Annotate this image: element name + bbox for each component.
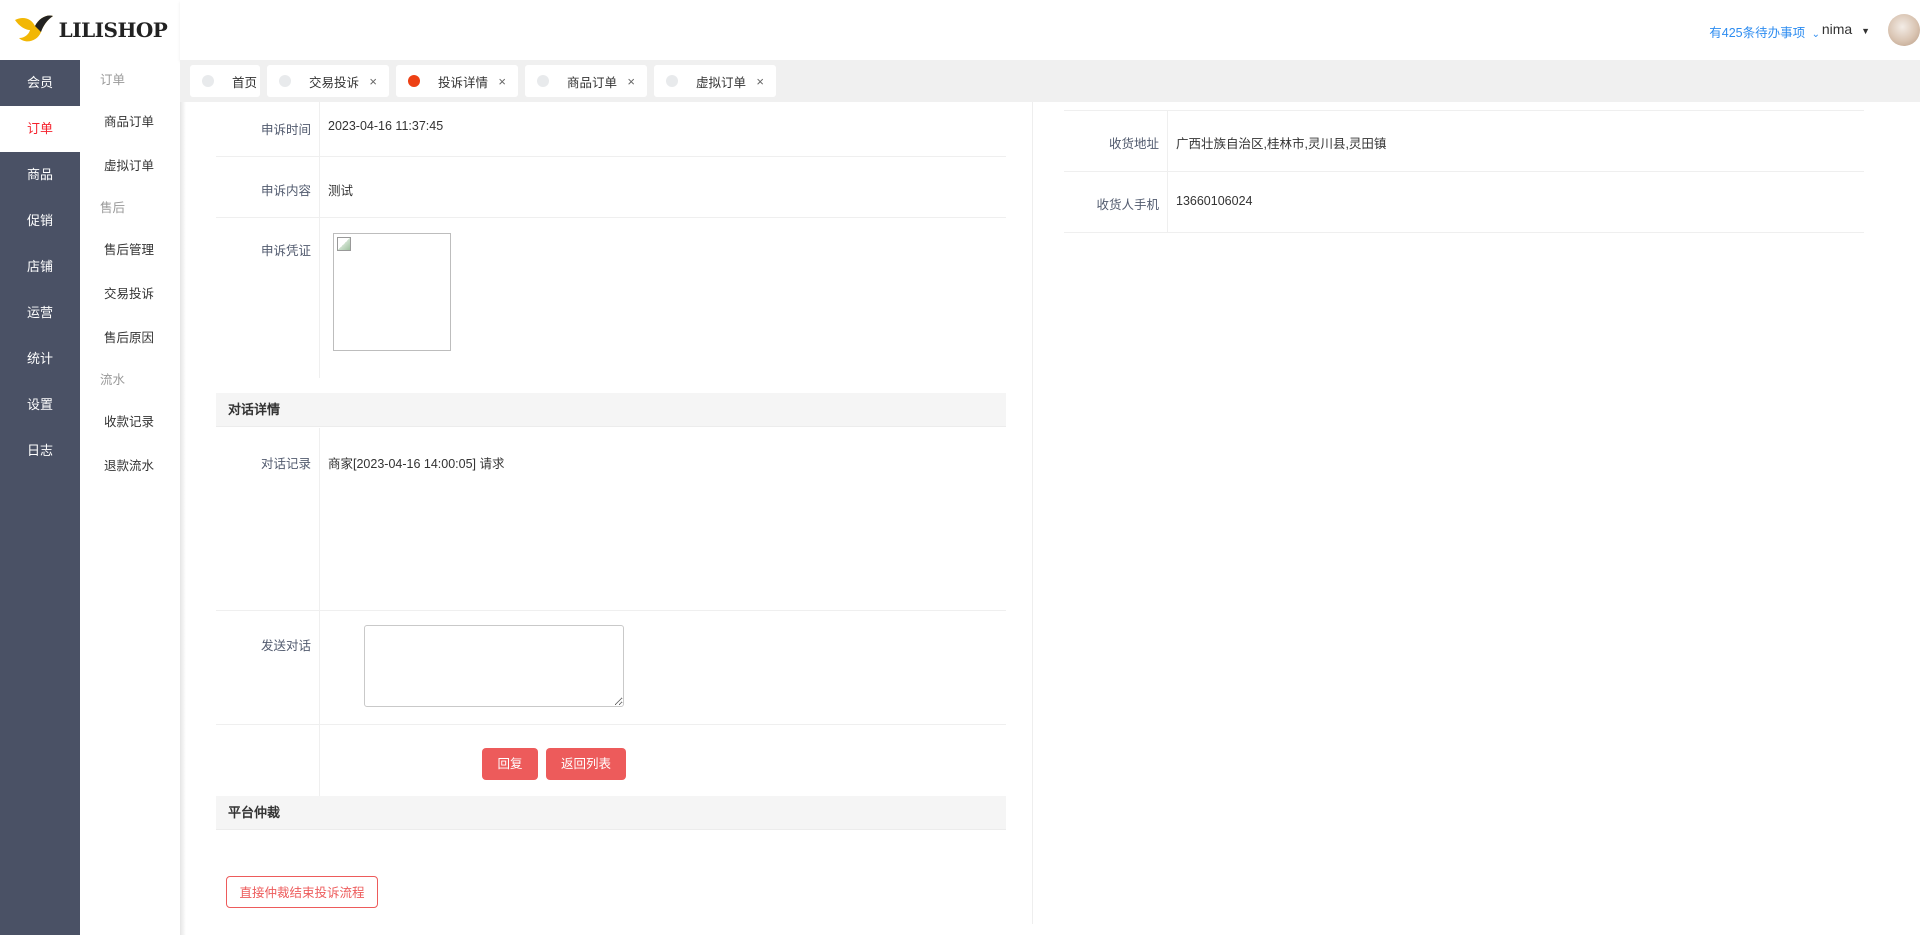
tab-label: 投诉详情 <box>438 75 489 90</box>
avatar[interactable] <box>1888 14 1920 46</box>
complaint-detail-card: 申诉时间 2023-04-16 11:37:45 申诉内容 测试 申诉凭证 对话… <box>216 102 1006 924</box>
send-dialog-label: 发送对话 <box>216 611 320 724</box>
content-area[interactable]: 申诉时间 2023-04-16 11:37:45 申诉内容 测试 申诉凭证 对话… <box>180 102 1920 935</box>
main-nav-store[interactable]: 店铺 <box>0 244 80 290</box>
receiver-phone-label: 收货人手机 <box>1064 172 1168 232</box>
caret-down-icon: ▼ <box>1861 26 1870 36</box>
user-name: nima <box>1821 21 1853 37</box>
bird-logo-icon <box>14 15 53 42</box>
appeal-content-label: 申诉内容 <box>216 157 320 217</box>
logo-text: LILISHOP <box>58 18 168 42</box>
dialog-section-title: 对话详情 <box>216 393 1006 427</box>
tab-trade-complaint[interactable]: 交易投诉 × <box>267 65 389 97</box>
tab-status-dot-icon <box>202 75 214 87</box>
receiver-address-label: 收货地址 <box>1064 111 1168 171</box>
main-nav-goods[interactable]: 商品 <box>0 152 80 198</box>
close-icon[interactable]: × <box>369 74 377 89</box>
sub-nav-after-sale-manage[interactable]: 售后管理 <box>80 228 180 272</box>
tab-virtual-order[interactable]: 虚拟订单 × <box>654 65 776 97</box>
main-sidebar: 会员 订单 商品 促销 店铺 运营 统计 设置 日志 <box>0 60 80 935</box>
sub-sidebar: 订单 商品订单 虚拟订单 售后 售后管理 交易投诉 售后原因 流水 收款记录 退… <box>80 60 180 935</box>
receiver-top-border <box>1064 102 1864 111</box>
dialog-record-value: 商家[2023-04-16 14:00:05] 请求 <box>328 457 505 471</box>
sub-group-order: 订单 <box>100 73 126 87</box>
sub-nav-virtual-order[interactable]: 虚拟订单 <box>80 144 180 188</box>
broken-image-icon <box>337 237 351 251</box>
end-complaint-arbitration-button[interactable]: 直接仲裁结束投诉流程 <box>226 876 378 908</box>
sub-nav-refund-flow[interactable]: 退款流水 <box>80 444 180 488</box>
tab-label: 商品订单 <box>567 75 618 90</box>
dialog-record-label: 对话记录 <box>216 428 320 610</box>
sub-nav-after-sale-reason[interactable]: 售后原因 <box>80 316 180 360</box>
main-nav-member[interactable]: 会员 <box>0 60 80 106</box>
tab-complaint-detail[interactable]: 投诉详情 × <box>396 65 518 97</box>
dialog-actions-label <box>216 725 320 796</box>
evidence-image[interactable] <box>333 233 451 351</box>
main-nav-operation[interactable]: 运营 <box>0 290 80 336</box>
top-header: 有425条待办事项 ⌄ nima ▼ <box>180 0 1920 60</box>
close-icon[interactable]: × <box>498 74 506 89</box>
tabs-bar: 首页 交易投诉 × 投诉详情 × 商品订单 × 虚拟订单 × <box>180 60 1920 102</box>
tab-label: 交易投诉 <box>309 75 360 90</box>
chevron-down-icon: ⌄ <box>1811 29 1820 40</box>
close-icon[interactable]: × <box>756 74 764 89</box>
dialog-record-row: 对话记录 商家[2023-04-16 14:00:05] 请求 <box>216 428 1006 611</box>
receiver-address-row: 收货地址 广西壮族自治区,桂林市,灵川县,灵田镇 <box>1064 111 1864 172</box>
appeal-evidence-label: 申诉凭证 <box>216 218 320 378</box>
tab-goods-order[interactable]: 商品订单 × <box>525 65 647 97</box>
tab-label: 虚拟订单 <box>696 75 747 90</box>
main-nav-order[interactable]: 订单 <box>0 106 80 152</box>
reply-button[interactable]: 回复 <box>482 748 538 780</box>
appeal-time-value: 2023-04-16 11:37:45 <box>328 119 444 133</box>
send-dialog-input[interactable] <box>364 625 624 707</box>
sub-group-flow: 流水 <box>100 373 126 387</box>
user-dropdown[interactable]: nima ▼ <box>1822 21 1870 37</box>
tab-status-dot-icon <box>408 75 420 87</box>
sub-nav-goods-order[interactable]: 商品订单 <box>80 100 180 144</box>
tab-status-dot-icon <box>537 75 549 87</box>
main-nav-log[interactable]: 日志 <box>0 428 80 474</box>
appeal-time-row: 申诉时间 2023-04-16 11:37:45 <box>216 102 1006 157</box>
main-nav-promotion[interactable]: 促销 <box>0 198 80 244</box>
appeal-content-value: 测试 <box>328 184 354 198</box>
tab-label: 首页 <box>232 75 258 90</box>
tab-status-dot-icon <box>666 75 678 87</box>
column-divider <box>1032 102 1033 924</box>
back-to-list-button[interactable]: 返回列表 <box>546 748 626 780</box>
main-nav-settings[interactable]: 设置 <box>0 382 80 428</box>
logo[interactable]: LILISHOP <box>0 0 180 60</box>
tab-home[interactable]: 首页 <box>190 65 260 97</box>
appeal-content-row: 申诉内容 测试 <box>216 157 1006 218</box>
receiver-address-value: 广西壮族自治区,桂林市,灵川县,灵田镇 <box>1176 137 1387 151</box>
receiver-phone-row: 收货人手机 13660106024 <box>1064 172 1864 233</box>
todo-text: 有425条待办事项 <box>1709 26 1806 40</box>
receiver-phone-value: 13660106024 <box>1176 194 1253 208</box>
appeal-time-label: 申诉时间 <box>216 102 320 156</box>
receiver-info-card: 收货地址 广西壮族自治区,桂林市,灵川县,灵田镇 收货人手机 136601060… <box>1064 102 1864 402</box>
sub-group-after-sale: 售后 <box>100 201 126 215</box>
sub-nav-trade-complaint[interactable]: 交易投诉 <box>80 272 180 316</box>
arbitration-section-title: 平台仲裁 <box>216 796 1006 830</box>
sub-nav-receipt-record[interactable]: 收款记录 <box>80 400 180 444</box>
todo-dropdown[interactable]: 有425条待办事项 ⌄ <box>1709 22 1820 41</box>
content-shadow <box>180 102 186 935</box>
main-nav-statistics[interactable]: 统计 <box>0 336 80 382</box>
close-icon[interactable]: × <box>627 74 635 89</box>
tab-status-dot-icon <box>279 75 291 87</box>
